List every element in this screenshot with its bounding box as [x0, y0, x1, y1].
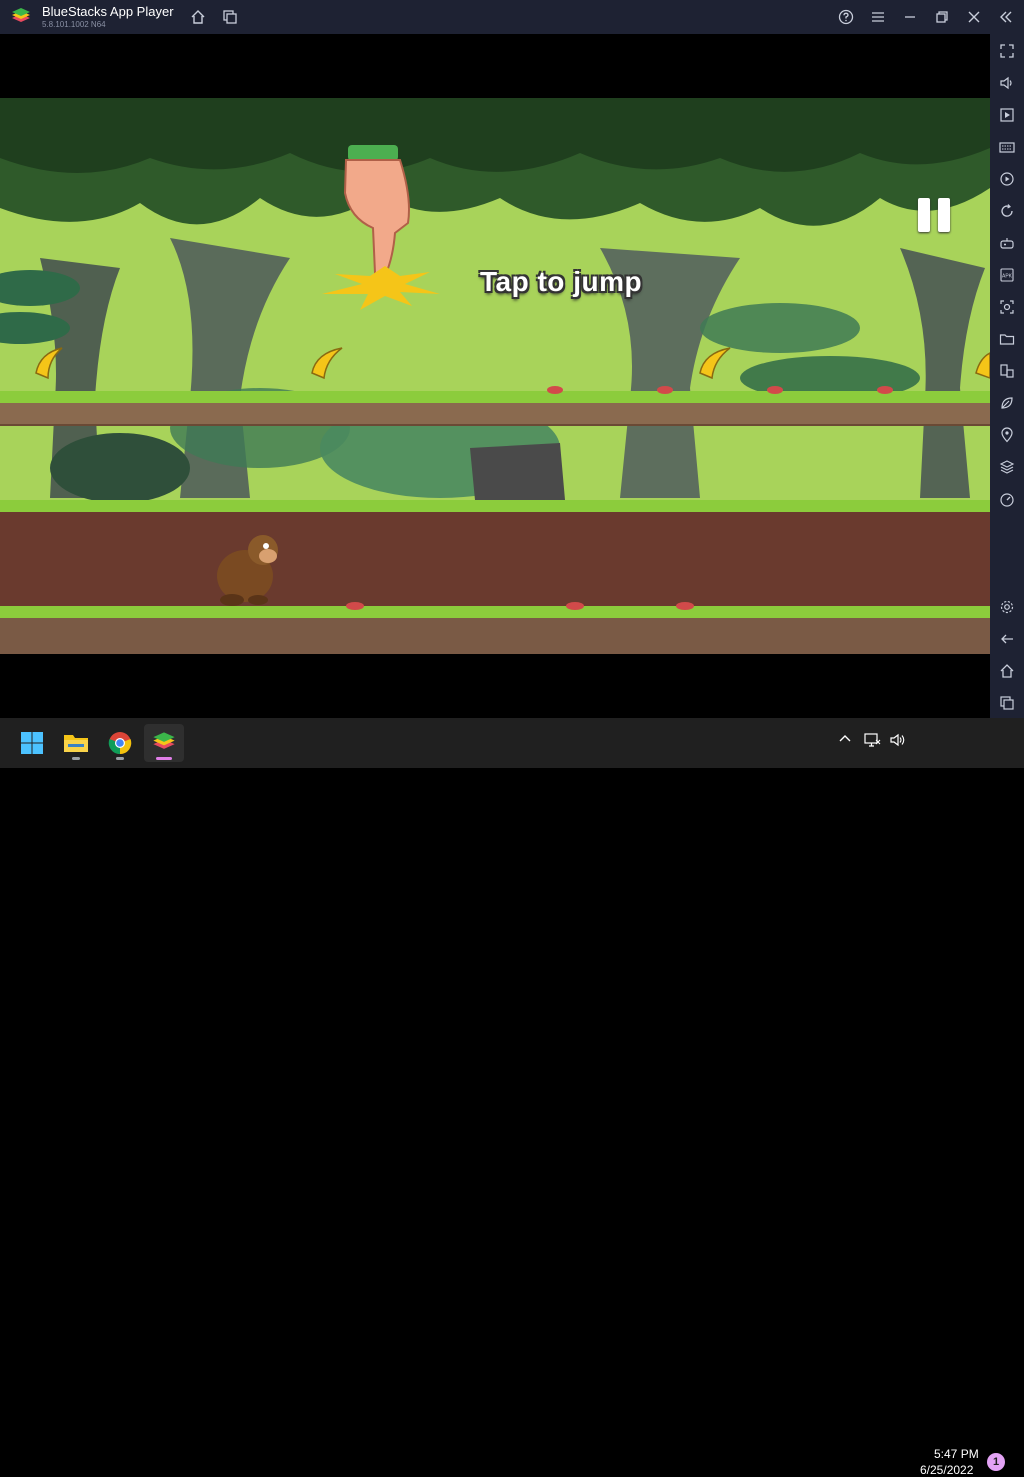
- app-version: 5.8.101.1002 N64: [42, 20, 106, 29]
- folder-button[interactable]: [996, 328, 1018, 350]
- help-button[interactable]: [835, 6, 857, 28]
- media-manager-button[interactable]: [996, 104, 1018, 126]
- keyboard-controls-button[interactable]: [996, 136, 1018, 158]
- hamburger-menu-icon: [872, 12, 884, 22]
- running-indicator: [72, 757, 80, 760]
- bluestacks-logo-icon: [12, 8, 30, 22]
- folder-icon: [999, 334, 1015, 345]
- windows-taskbar: 5:47 PM 6/25/2022 1: [0, 718, 1024, 1477]
- performance-icon: [1000, 493, 1014, 507]
- menu-button[interactable]: [867, 6, 889, 28]
- bluestacks-logo-icon: [153, 732, 175, 749]
- android-home-button[interactable]: [996, 660, 1018, 682]
- pause-icon: [918, 198, 930, 232]
- right-sidebar: APK: [990, 34, 1024, 718]
- android-recents-button[interactable]: [996, 692, 1018, 714]
- recents-icon: [1000, 696, 1014, 710]
- android-back-button[interactable]: [996, 628, 1018, 650]
- title-bar: BlueStacks App Player 5.8.101.1002 N64: [0, 0, 1024, 34]
- bluestacks-taskbar-button[interactable]: [144, 724, 184, 762]
- eco-icon: [1001, 397, 1013, 409]
- game-scene[interactable]: Tap to jump: [0, 98, 990, 654]
- layers-icon: [999, 460, 1015, 474]
- volume-icon: [1000, 76, 1012, 90]
- rotate-icon: [1001, 204, 1013, 217]
- home-icon: [191, 10, 205, 24]
- macro-icon: [1000, 172, 1014, 186]
- keyboard-icon: [999, 142, 1015, 153]
- speaker-icon: [890, 733, 905, 747]
- rotate-button[interactable]: [996, 200, 1018, 222]
- restore-icon: [936, 11, 948, 23]
- fullscreen-icon: [1000, 44, 1014, 58]
- restore-button[interactable]: [931, 6, 953, 28]
- multi-instance-icon: [1000, 364, 1014, 378]
- instance-manager-button[interactable]: [996, 360, 1018, 382]
- clock-time[interactable]: 5:47 PM: [934, 1447, 979, 1461]
- tap-to-jump-hint: Tap to jump: [480, 266, 643, 297]
- network-button[interactable]: [864, 732, 882, 753]
- macro-button[interactable]: [996, 168, 1018, 190]
- screenshot-button[interactable]: [996, 296, 1018, 318]
- minimize-icon: [905, 16, 915, 18]
- windows-logo-icon: [21, 732, 43, 754]
- app-title: BlueStacks App Player: [42, 4, 174, 19]
- screenshot-icon: [1000, 300, 1014, 314]
- apk-icon: APK: [1000, 268, 1014, 282]
- jungle-background: [0, 98, 990, 654]
- chrome-icon: [108, 732, 132, 755]
- fullscreen-button[interactable]: [996, 40, 1018, 62]
- multi-instance-icon: [223, 10, 237, 24]
- performance-button[interactable]: [996, 488, 1018, 510]
- minimize-button[interactable]: [899, 6, 921, 28]
- double-chevron-left-icon: [1000, 11, 1012, 23]
- multi-instance-button[interactable]: [219, 6, 241, 28]
- close-icon: [968, 11, 980, 23]
- clock-date[interactable]: 6/25/2022: [920, 1463, 973, 1477]
- network-icon: [864, 733, 881, 747]
- location-button[interactable]: [996, 424, 1018, 446]
- gamepad-icon: [1000, 238, 1014, 249]
- home-icon: [1000, 664, 1014, 678]
- home-button[interactable]: [187, 6, 209, 28]
- volume-tray-button[interactable]: [889, 732, 907, 753]
- game-viewport[interactable]: Tap to jump: [0, 34, 990, 718]
- chevron-up-icon: [839, 735, 851, 742]
- eco-mode-button[interactable]: [996, 392, 1018, 414]
- settings-icon: [1000, 600, 1014, 614]
- close-button[interactable]: [963, 6, 985, 28]
- notification-badge[interactable]: 1: [987, 1453, 1005, 1471]
- help-icon: [838, 9, 854, 25]
- pause-icon-bar: [938, 198, 950, 232]
- layers-button[interactable]: [996, 456, 1018, 478]
- media-icon: [1000, 108, 1014, 122]
- back-arrow-icon: [1001, 634, 1013, 644]
- location-icon: [1001, 427, 1013, 443]
- collapse-sidebar-button[interactable]: [995, 6, 1017, 28]
- active-indicator: [156, 757, 172, 760]
- volume-button[interactable]: [996, 72, 1018, 94]
- show-hidden-icons-button[interactable]: [838, 732, 852, 751]
- file-explorer-button[interactable]: [56, 724, 96, 762]
- gamepad-button[interactable]: [996, 232, 1018, 254]
- chrome-button[interactable]: [100, 724, 140, 762]
- start-button[interactable]: [12, 724, 52, 762]
- settings-button[interactable]: [996, 596, 1018, 618]
- running-indicator: [116, 757, 124, 760]
- svg-text:APK: APK: [1002, 274, 1013, 280]
- pause-button[interactable]: [918, 198, 954, 234]
- folder-icon: [64, 735, 88, 752]
- install-apk-button[interactable]: APK: [996, 264, 1018, 286]
